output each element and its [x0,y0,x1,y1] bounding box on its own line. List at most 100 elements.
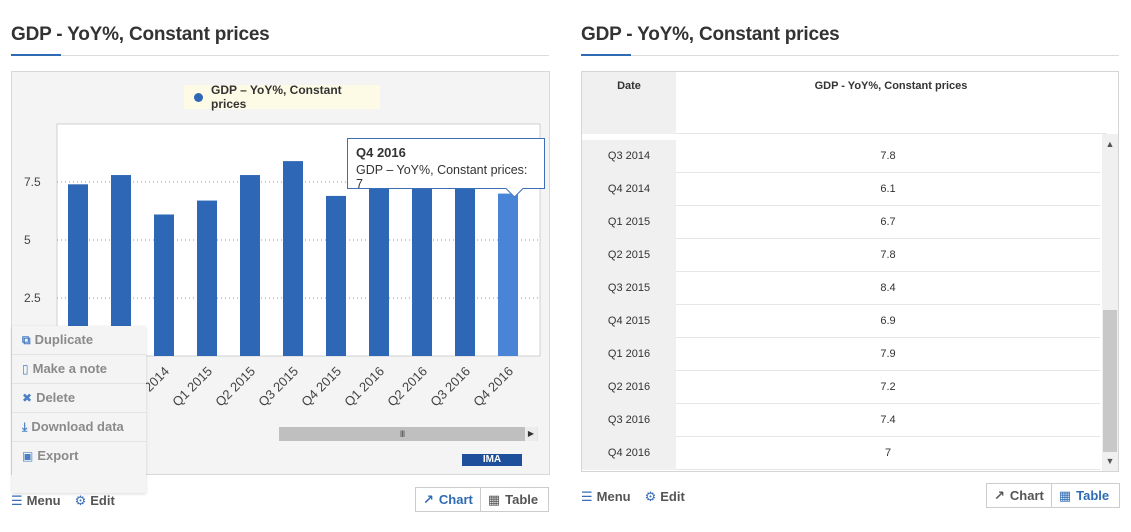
chart-view-button[interactable]: ↗ Chart [987,484,1051,507]
menu-item-label: Make a note [32,361,108,376]
y-tick-label: 7.5 [24,175,41,189]
bar [455,184,475,356]
table-row: Q3 2015 8.4 [582,271,1100,305]
delete-icon: ✖ [22,391,33,405]
left-footer-actions: ☰ Menu ⚙ Edit [11,493,115,509]
scrollbar-thumb[interactable]: III [279,427,525,441]
y-tick-label: 2.5 [24,291,41,305]
edit-button[interactable]: ⚙ Edit [645,489,685,505]
menu-item-download-data[interactable]: ⤓ Download data [12,413,146,442]
x-tick-label: Q4 2016 [470,364,516,410]
chart-horizontal-scrollbar[interactable]: III ▶ [279,427,538,441]
x-tick-label: Q3 2015 [255,364,301,410]
left-title-rule [11,55,549,56]
date-cell: Q1 2015 [582,205,676,239]
value-cell: 6.1 [880,183,896,195]
bar [412,188,432,356]
left-title-accent [11,54,61,56]
menu-item-duplicate[interactable]: ⧉ Duplicate [12,326,146,355]
table-header: Date GDP - YoY%, Constant prices [582,72,1107,134]
menu-button-label: Menu [596,489,631,504]
x-tick-label: Q3 2016 [427,364,473,410]
right-view-toggle: ↗ Chart ▦ Table [986,483,1120,508]
table-row: Q4 2016 7 [582,436,1100,470]
right-title-rule [581,55,1119,56]
line-chart-icon: ↗ [423,491,434,507]
scroll-right-arrow-icon[interactable]: ▶ [525,427,537,441]
menu-item-label: Duplicate [34,332,94,347]
date-cell: Q2 2016 [582,370,676,404]
line-chart-icon: ↗ [994,487,1005,503]
x-tick-label: Q2 2015 [212,364,258,410]
chart-view-button[interactable]: ↗ Chart [416,488,480,511]
value-cell: 7.4 [880,414,896,426]
menu-item-export[interactable]: ▣ Export [12,442,146,470]
image-export-icon: ▣ [22,449,34,463]
table-view-button[interactable]: ▦ Table [481,488,545,511]
menu-item-label: Export [37,448,79,463]
date-cell: Q3 2016 [582,403,676,437]
table-row: Q2 2015 7.8 [582,238,1100,272]
value-cell: 6.7 [880,216,896,228]
table-vertical-scrollbar[interactable]: ▲ ▼ [1102,134,1118,471]
menu-item-label: Download data [31,419,124,434]
table-view-button[interactable]: ▦ Table [1052,484,1116,507]
menu-item-delete[interactable]: ✖ Delete [12,384,146,413]
table-view-label: Table [505,492,539,507]
scroll-up-arrow-icon[interactable]: ▲ [1102,137,1118,151]
edit-button-label: Edit [660,489,685,504]
bar [369,172,389,356]
table-row: Q3 2014 7.8 [582,139,1100,173]
value-cell: 7.8 [880,150,896,162]
data-table: Date GDP - YoY%, Constant prices Q3 2014… [581,71,1119,472]
right-footer-actions: ☰ Menu ⚙ Edit [581,489,685,505]
table-row: Q3 2016 7.4 [582,403,1100,437]
chart-view-label: Chart [1009,488,1044,503]
x-tick-label: Q4 2015 [298,364,344,410]
value-cell: 7.8 [880,249,896,261]
x-tick-label: Q1 2015 [169,364,215,410]
table-body: Q3 2014 7.8 Q4 2014 6.1 Q1 2015 6.7 Q2 2015 7.8… [582,139,1100,470]
value-cell: 6.9 [880,315,896,327]
table-icon: ▦ [487,491,501,507]
menu-button[interactable]: ☰ Menu [11,493,61,509]
hamburger-icon: ☰ [11,493,23,508]
edit-button[interactable]: ⚙ Edit [75,493,115,509]
edit-button-label: Edit [90,493,115,508]
gear-icon: ⚙ [644,489,657,504]
ima-logo: IMA [462,454,522,466]
legend-dot-icon [194,92,203,102]
chart-legend[interactable]: GDP – YoY%, Constant prices [184,83,380,111]
date-cell: Q1 2016 [582,337,676,371]
x-tick-label: Q1 2016 [341,364,387,410]
header-value[interactable]: GDP - YoY%, Constant prices [676,72,1106,92]
legend-label: GDP – YoY%, Constant prices [210,83,342,111]
table-icon: ▦ [1058,487,1072,503]
left-view-toggle: ↗ Chart ▦ Table [415,487,549,512]
date-cell: Q4 2015 [582,304,676,338]
tooltip-text: GDP – YoY%, Constant prices: 7 [356,163,528,191]
header-date[interactable]: Date [582,72,676,134]
menu-item-make-note[interactable]: ▯ Make a note [12,355,146,384]
menu-button-label: Menu [26,493,61,508]
download-icon: ⤓ [22,420,28,434]
table-view-label: Table [1076,488,1110,503]
bar [326,195,346,356]
value-cell: 7.9 [880,348,896,360]
chart-view-label: Chart [438,492,473,507]
menu-button[interactable]: ☰ Menu [581,489,631,505]
scroll-down-arrow-icon[interactable]: ▼ [1102,454,1118,468]
hamburger-icon: ☰ [581,489,593,504]
note-icon: ▯ [22,362,29,376]
scrollbar-thumb[interactable] [1103,310,1117,452]
menu-item-label: Delete [36,390,76,405]
value-cell: 7.2 [880,381,896,393]
context-menu: ⧉ Duplicate ▯ Make a note ✖ Delete ⤓ Downloa… [12,326,146,493]
x-tick-label: Q2 2016 [384,364,430,410]
table-row: Q4 2015 6.9 [582,304,1100,338]
bar [498,193,518,356]
date-cell: Q4 2016 [582,436,676,470]
date-cell: Q4 2014 [582,172,676,206]
right-title-accent [581,54,631,56]
left-panel-title: GDP - YoY%, Constant prices [11,24,270,45]
